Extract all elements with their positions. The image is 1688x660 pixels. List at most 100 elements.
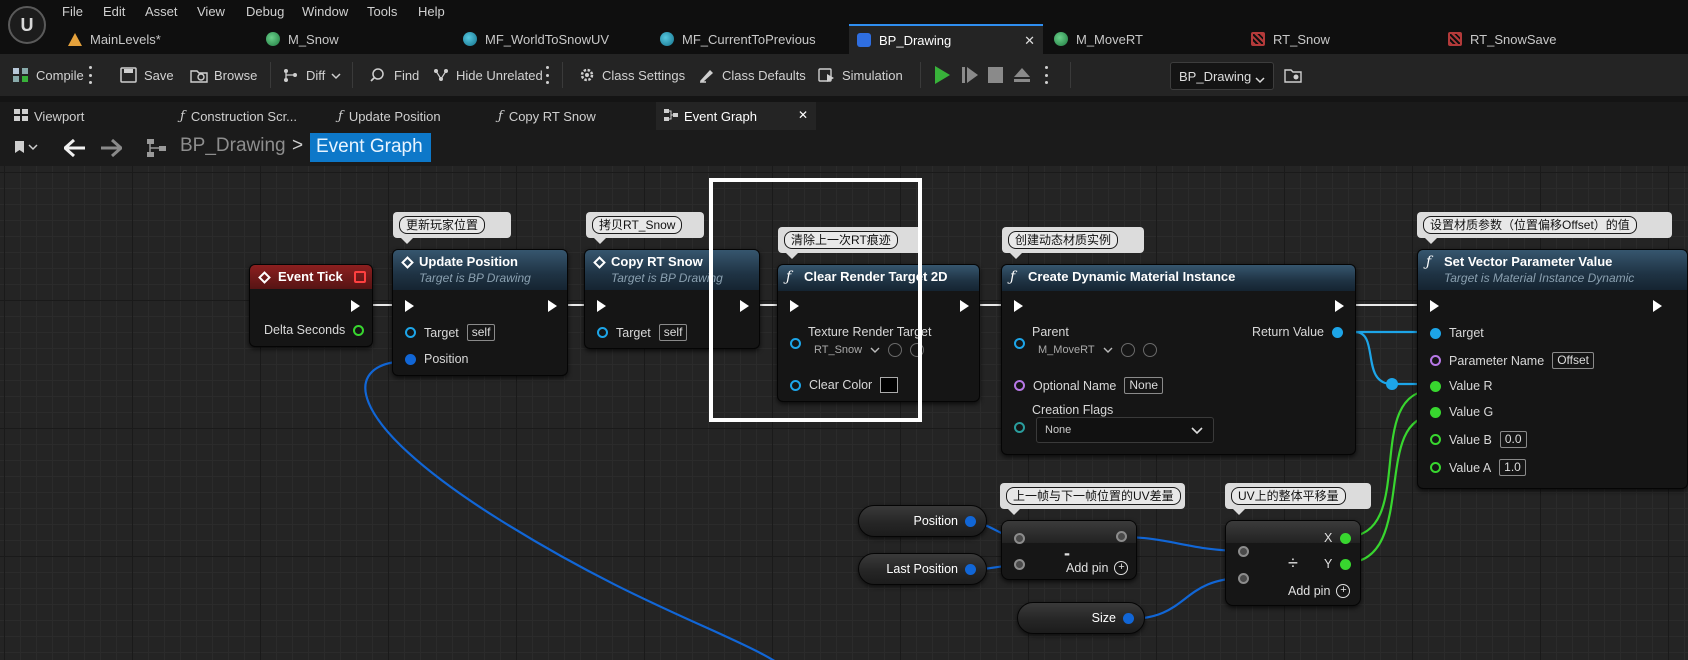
save-button[interactable]: Save: [120, 65, 174, 85]
pin-target[interactable]: Target self: [597, 324, 688, 341]
pin-optional-name[interactable]: Optional Name None: [1014, 377, 1164, 394]
pin-position[interactable]: Position: [405, 352, 468, 366]
tab-m-movert[interactable]: M_MoveRT: [1046, 24, 1241, 54]
compile-button[interactable]: Compile: [12, 65, 84, 85]
float-pin-icon[interactable]: [1340, 559, 1351, 570]
menu-tools[interactable]: Tools: [367, 4, 397, 19]
color-swatch[interactable]: [880, 377, 899, 393]
browse-asset-icon[interactable]: [1142, 343, 1157, 357]
output-pin-icon[interactable]: [1116, 531, 1127, 542]
input-pin-icon[interactable]: [1014, 533, 1025, 544]
tab-copy-rt-snow[interactable]: ƒ Copy RT Snow: [490, 102, 640, 130]
node-event-tick[interactable]: Event Tick Delta Seconds: [249, 264, 373, 347]
pin-clear-color[interactable]: Clear Color: [790, 377, 899, 393]
tab-event-graph[interactable]: Event Graph ✕: [656, 102, 816, 130]
find-button[interactable]: Find: [370, 65, 419, 85]
object-pin-icon[interactable]: [405, 327, 416, 338]
tab-construction-script[interactable]: ƒ Construction Scr...: [172, 102, 320, 130]
eject-icon[interactable]: [1013, 67, 1031, 86]
menu-file[interactable]: File: [62, 4, 83, 19]
node-create-dmi[interactable]: ƒ Create Dynamic Material Instance Paren…: [1001, 264, 1356, 455]
node-update-position[interactable]: Update Position Target is BP Drawing Tar…: [392, 249, 568, 376]
float-pin-icon[interactable]: [1430, 380, 1441, 392]
browse-asset-icon[interactable]: [910, 343, 925, 357]
pin-target[interactable]: Target self: [405, 324, 496, 341]
comment-set-vector[interactable]: 设置材质参数（位置偏移Offset）的值: [1417, 212, 1672, 244]
menu-debug[interactable]: Debug: [246, 4, 284, 19]
pin-delta-seconds[interactable]: Delta Seconds: [264, 323, 365, 337]
close-icon[interactable]: ✕: [798, 108, 808, 122]
exec-out-pin[interactable]: [1335, 300, 1344, 312]
comment-update-position[interactable]: 更新玩家位置: [393, 212, 511, 244]
debug-object-select[interactable]: BP_Drawing: [1170, 62, 1274, 90]
creation-flags-select[interactable]: None: [1036, 417, 1214, 443]
value-a-input[interactable]: 1.0: [1499, 459, 1526, 476]
texture-asset-select[interactable]: RT_Snow: [814, 343, 925, 357]
tab-mf-worldtosnowuv[interactable]: MF_WorldToSnowUV: [455, 24, 650, 54]
pin-value-a[interactable]: Value A 1.0: [1430, 459, 1526, 476]
play-icon[interactable]: [935, 66, 950, 84]
exec-in-pin[interactable]: [597, 300, 606, 312]
node-get-size[interactable]: Size: [1017, 602, 1145, 634]
comment-uv-offset[interactable]: UV上的整体平移量: [1225, 483, 1371, 515]
exec-out-pin[interactable]: [548, 300, 557, 312]
comment-uv-delta[interactable]: 上一帧与下一帧位置的UV差量: [1000, 483, 1185, 515]
tab-bp-drawing[interactable]: BP_Drawing ✕: [849, 24, 1043, 54]
menu-view[interactable]: View: [197, 4, 225, 19]
node-get-position[interactable]: Position: [858, 505, 987, 537]
input-pin-icon[interactable]: [1238, 573, 1249, 584]
comment-copy-rt[interactable]: 拷贝RT_Snow: [586, 212, 704, 244]
hide-unrelated-button[interactable]: Hide Unrelated: [432, 65, 543, 85]
input-pin-icon[interactable]: [1014, 559, 1025, 570]
class-defaults-button[interactable]: Class Defaults: [698, 65, 806, 85]
tab-rt-snow[interactable]: RT_Snow: [1243, 24, 1438, 54]
value-b-input[interactable]: 0.0: [1499, 431, 1527, 448]
name-pin-icon[interactable]: [1430, 355, 1441, 366]
object-pin-icon[interactable]: [790, 338, 801, 349]
exec-out-pin[interactable]: [960, 300, 969, 312]
enum-pin-icon[interactable]: [1014, 422, 1025, 433]
use-selected-icon[interactable]: [888, 343, 903, 357]
object-pin-icon[interactable]: [1014, 338, 1025, 349]
tab-update-position[interactable]: ƒ Update Position: [330, 102, 478, 130]
vector-pin-icon[interactable]: [965, 564, 976, 575]
add-pin-button[interactable]: Add pin +: [1066, 561, 1129, 575]
forward-arrow-icon[interactable]: [100, 138, 124, 160]
exec-in-pin[interactable]: [1014, 300, 1023, 312]
exec-in-pin[interactable]: [405, 300, 414, 312]
node-get-last-position[interactable]: Last Position: [858, 553, 987, 585]
node-subtract[interactable]: - Add pin +: [1001, 520, 1137, 580]
float-pin-icon[interactable]: [1430, 462, 1441, 473]
breadcrumb-current[interactable]: Event Graph: [310, 133, 431, 162]
unreal-logo-icon[interactable]: U: [8, 6, 46, 44]
menu-help[interactable]: Help: [418, 4, 445, 19]
input-pin-icon[interactable]: [1238, 546, 1249, 557]
use-selected-icon[interactable]: [1120, 343, 1135, 357]
add-pin-button[interactable]: Add pin +: [1288, 584, 1351, 598]
menu-window[interactable]: Window: [302, 4, 348, 19]
object-pin-icon[interactable]: [1430, 327, 1441, 339]
tab-mf-currenttoprevious[interactable]: MF_CurrentToPrevious: [652, 24, 847, 54]
pin-return-value[interactable]: Return Value: [1252, 325, 1343, 339]
node-clear-render-target[interactable]: ƒ Clear Render Target 2D Texture Render …: [777, 264, 980, 402]
vector-pin-icon[interactable]: [965, 516, 976, 527]
exec-in-pin[interactable]: [1430, 300, 1439, 312]
step-icon[interactable]: [962, 67, 978, 86]
tab-mainlevels[interactable]: MainLevels*: [60, 24, 255, 54]
exec-out-pin[interactable]: [351, 300, 360, 312]
back-arrow-icon[interactable]: [62, 138, 86, 160]
exec-out-pin[interactable]: [740, 300, 749, 312]
close-icon[interactable]: ✕: [1024, 33, 1035, 49]
tab-m-snow[interactable]: M_Snow: [258, 24, 453, 54]
float-pin-icon[interactable]: [1340, 533, 1351, 544]
browse-debug-object-icon[interactable]: [1284, 67, 1302, 86]
comment-create-dmi[interactable]: 创建动态材质实例: [1002, 227, 1144, 259]
menu-asset[interactable]: Asset: [145, 4, 178, 19]
struct-pin-icon[interactable]: [790, 379, 801, 391]
menu-edit[interactable]: Edit: [103, 4, 125, 19]
pin-parameter-name[interactable]: Parameter Name Offset: [1430, 352, 1594, 369]
tab-viewport[interactable]: Viewport: [6, 102, 166, 130]
class-settings-button[interactable]: Class Settings: [578, 65, 685, 85]
play-options-icon[interactable]: [1045, 66, 1049, 84]
pin-value-r[interactable]: Value R: [1430, 379, 1493, 393]
